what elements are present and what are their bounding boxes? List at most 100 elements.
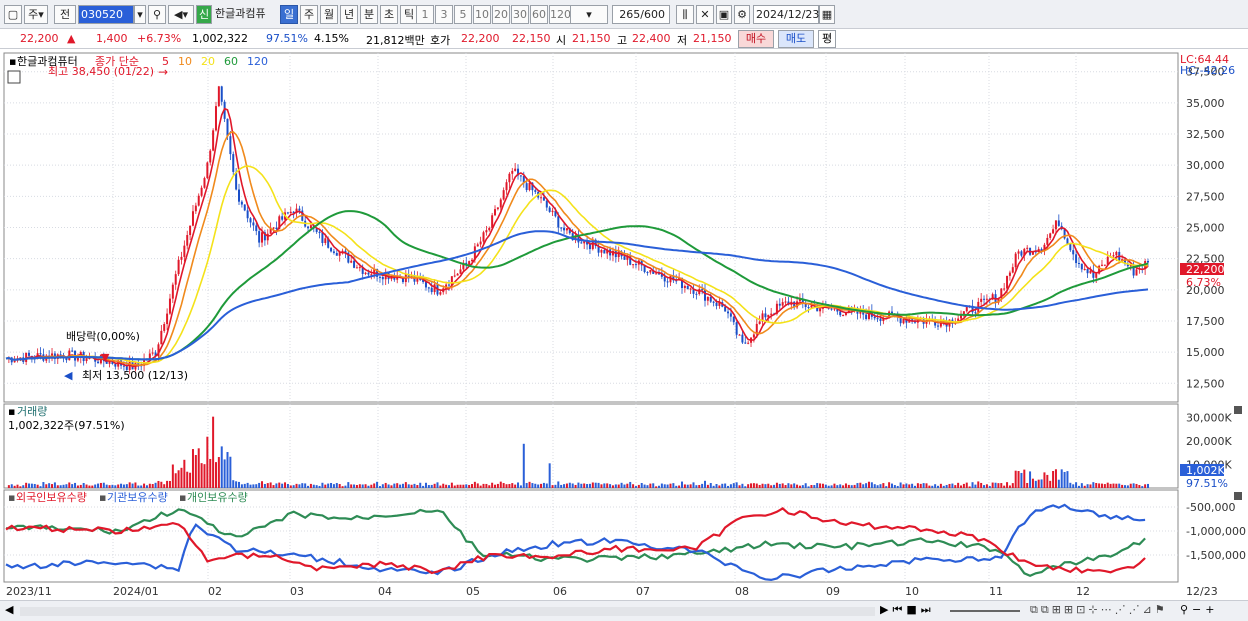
ma-legend-10: 10 bbox=[178, 55, 192, 68]
volume-bar bbox=[830, 485, 833, 488]
volume-bar bbox=[1043, 472, 1046, 488]
volume-bar bbox=[1135, 483, 1138, 488]
zoom-controls[interactable]: ⚲−+ bbox=[1180, 603, 1219, 616]
candle-body bbox=[456, 273, 459, 276]
volume-bar bbox=[1000, 483, 1003, 488]
playback-controls[interactable]: ▶⏮■⏭ bbox=[880, 603, 935, 617]
menu-icon[interactable]: ▢ bbox=[4, 5, 22, 24]
volume-bar bbox=[704, 480, 707, 488]
volume-bar bbox=[1034, 480, 1037, 488]
volume-bar bbox=[796, 484, 799, 488]
interval-button-2[interactable]: 5 bbox=[454, 5, 472, 24]
candle-body bbox=[830, 308, 833, 310]
volume-bar bbox=[347, 482, 350, 488]
interval-button-6[interactable]: 60 bbox=[530, 5, 548, 24]
code-dropdown-icon[interactable]: ▾ bbox=[134, 5, 146, 24]
candle-body bbox=[370, 274, 373, 276]
period-tab-2[interactable]: 월 bbox=[320, 5, 338, 24]
volume-bar bbox=[284, 482, 287, 488]
volume-bar bbox=[131, 483, 134, 488]
stock-code-input[interactable]: 030520 bbox=[78, 5, 134, 24]
sound-icon[interactable]: ◀▾ bbox=[168, 5, 194, 24]
calendar-icon[interactable]: ▦ bbox=[819, 5, 835, 24]
chart-area[interactable]: 12,50015,00017,50020,00022,50025,00027,5… bbox=[0, 49, 1248, 600]
volume-bar bbox=[960, 485, 963, 488]
volume-bar bbox=[102, 482, 105, 488]
settings-icon[interactable]: ⚙ bbox=[734, 5, 750, 24]
candle-body bbox=[424, 282, 427, 288]
interval-button-0[interactable]: 1 bbox=[416, 5, 434, 24]
volume-bar bbox=[364, 484, 367, 488]
scroll-left-icon[interactable]: ◀ bbox=[5, 603, 13, 616]
horizontal-scrollbar[interactable] bbox=[20, 607, 875, 616]
interval-button-5[interactable]: 30 bbox=[511, 5, 529, 24]
volume-bar bbox=[862, 484, 865, 488]
search-icon[interactable]: ⚲ bbox=[148, 5, 166, 24]
toolbar: ▢ 주▾ 전 030520 ▾ ⚲ ◀▾ 신 한글과컴퓨 일주월년분초틱 135… bbox=[0, 0, 1248, 29]
volume-bar bbox=[272, 485, 275, 488]
count-input[interactable]: 265/600 bbox=[612, 5, 670, 24]
volume-bar bbox=[430, 484, 433, 488]
volume-bar bbox=[807, 486, 810, 488]
period-tab-5[interactable]: 초 bbox=[380, 5, 398, 24]
period-tab-0[interactable]: 일 bbox=[280, 5, 298, 24]
volume-bar bbox=[870, 482, 873, 488]
interval-button-7[interactable]: 120 bbox=[549, 5, 571, 24]
period-main-dropdown[interactable]: 주▾ bbox=[24, 5, 48, 24]
candle-body bbox=[715, 302, 718, 306]
high-note: 최고 38,450 (01/22) bbox=[48, 65, 154, 78]
volume-bar bbox=[137, 485, 140, 488]
volume-dot-icon: ▪ bbox=[8, 405, 15, 418]
drawing-tools[interactable]: ⧉⧉⊞⊞⊡⊹⋯⋰⋰⊿⚑ bbox=[1030, 603, 1168, 617]
candle-body bbox=[1095, 273, 1098, 278]
volume-bar bbox=[65, 484, 68, 488]
buy-button[interactable]: 매수 bbox=[738, 30, 774, 48]
interval-button-3[interactable]: 10 bbox=[473, 5, 491, 24]
calculator-icon[interactable] bbox=[7, 70, 21, 84]
eval-button[interactable]: 평 bbox=[818, 30, 836, 48]
volume-bar bbox=[856, 483, 859, 488]
volume-close-icon[interactable] bbox=[1234, 406, 1242, 414]
volume-bar bbox=[545, 483, 548, 488]
tool-icon[interactable]: ✕ bbox=[696, 5, 714, 24]
volume-bar bbox=[985, 484, 988, 488]
blank-dropdown[interactable]: ▾ bbox=[570, 5, 608, 24]
period-tab-4[interactable]: 분 bbox=[360, 5, 378, 24]
candle-body bbox=[724, 306, 727, 312]
volume-bar bbox=[292, 485, 295, 488]
period-tab-1[interactable]: 주 bbox=[300, 5, 318, 24]
zoom-slider[interactable] bbox=[950, 610, 1020, 612]
settings-dot-icon[interactable]: ▪ bbox=[9, 55, 16, 68]
volume-bar bbox=[729, 484, 732, 488]
prev-button[interactable]: 전 bbox=[54, 5, 76, 24]
volume-bar bbox=[502, 483, 505, 488]
interval-button-4[interactable]: 20 bbox=[492, 5, 510, 24]
volume-bar bbox=[669, 483, 672, 488]
date-input[interactable]: 2024/12/23 bbox=[753, 5, 819, 24]
interval-button-1[interactable]: 3 bbox=[435, 5, 453, 24]
volume-bar bbox=[1077, 485, 1080, 488]
volume-bar bbox=[744, 486, 747, 488]
volume-bar bbox=[163, 484, 166, 488]
volume-bar bbox=[865, 483, 868, 488]
save-icon[interactable]: ▣ bbox=[716, 5, 732, 24]
quote-bar: 22,200 ▲ 1,400 +6.73% 1,002,322 97.51% 4… bbox=[0, 29, 1248, 49]
period-tab-3[interactable]: 년 bbox=[340, 5, 358, 24]
candle-body bbox=[289, 211, 292, 214]
volume-bar bbox=[821, 483, 824, 488]
holdings-close-icon[interactable] bbox=[1234, 492, 1242, 500]
holdings-dot-icon: ▪ bbox=[8, 491, 15, 504]
candle-icon[interactable]: ⫼ bbox=[676, 5, 694, 24]
candle-body bbox=[261, 232, 264, 243]
volume-bar bbox=[571, 483, 574, 488]
volume-bar bbox=[335, 483, 338, 488]
volume-bar bbox=[416, 485, 419, 488]
volume-bar bbox=[410, 484, 413, 488]
volume-bar bbox=[465, 484, 468, 488]
candle-body bbox=[706, 296, 709, 301]
volume-bar bbox=[427, 485, 430, 488]
sell-button[interactable]: 매도 bbox=[778, 30, 814, 48]
volume-bar bbox=[563, 484, 566, 488]
x-tick-6: 06 bbox=[553, 585, 567, 598]
candle-body bbox=[332, 251, 335, 253]
